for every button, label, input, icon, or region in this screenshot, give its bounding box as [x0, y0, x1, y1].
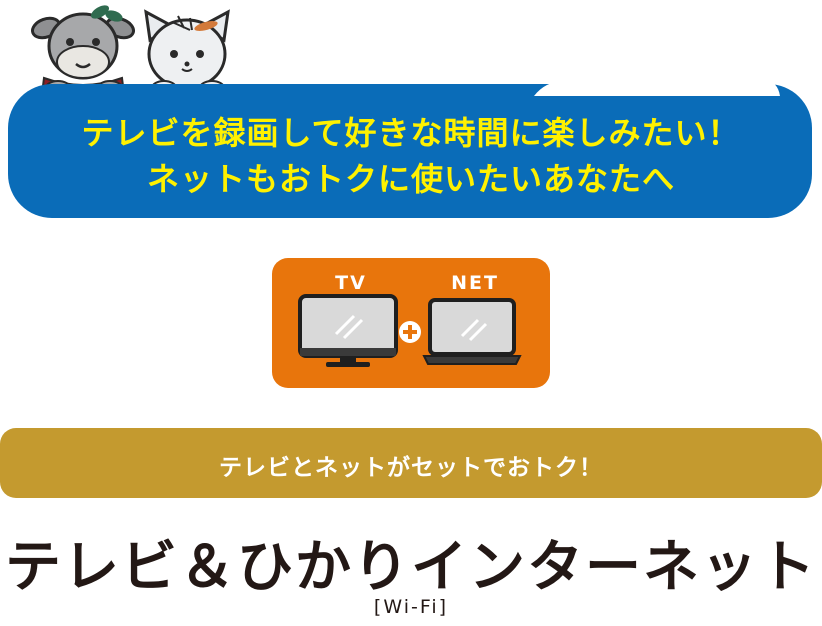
headline-line-1: テレビを録画して好きな時間に楽しみたい！: [81, 114, 741, 152]
snow-decoration-icon: [534, 71, 780, 96]
donkey-mascot-icon: [30, 5, 136, 96]
product-subtitle: [Wi-Fi]: [373, 596, 449, 618]
cat-mascot-icon: [144, 9, 230, 96]
promo-strip-text: テレビとネットがセットでおトク！: [219, 455, 603, 481]
tv-icon: [298, 294, 398, 367]
headline-line-2: ネットもおトクに使いたいあなたへ: [146, 160, 675, 198]
product-title: テレビ＆ひかりインターネット: [5, 535, 817, 600]
tv-label: TV: [335, 272, 367, 294]
plus-icon: [399, 321, 421, 343]
laptop-icon: [422, 298, 522, 365]
net-label: NET: [451, 272, 499, 294]
